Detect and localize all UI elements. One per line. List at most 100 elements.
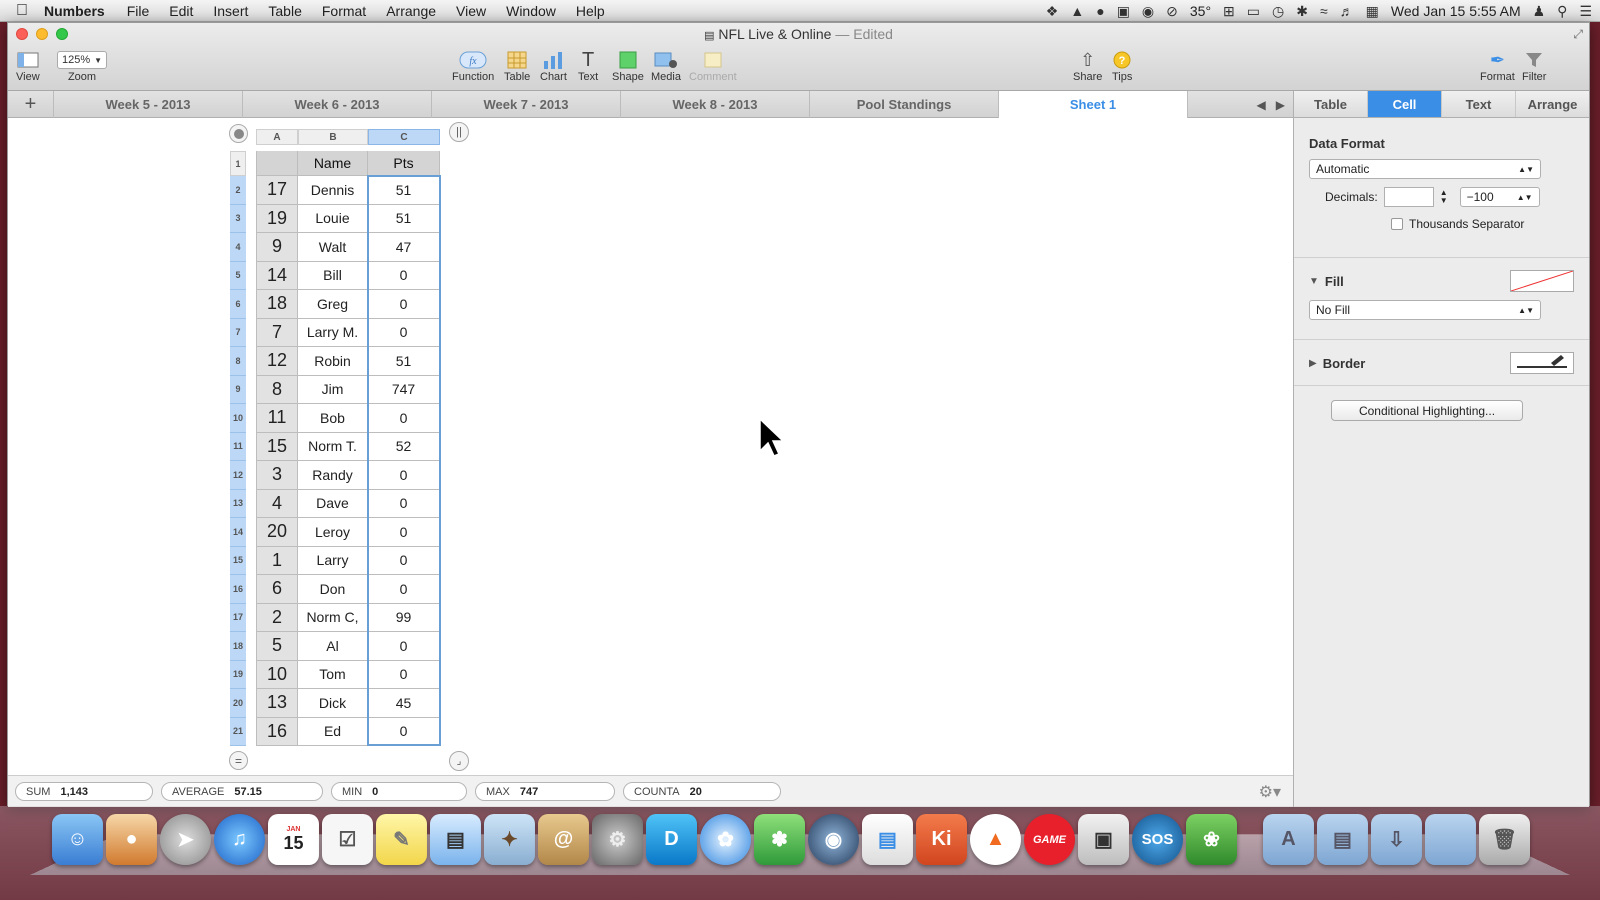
table-cell-name[interactable]: Don [298, 575, 368, 604]
system-preferences-icon[interactable]: ⚙ [592, 814, 643, 865]
table-cell-pts[interactable]: 0 [368, 575, 440, 604]
tips-button[interactable]: ? Tips [1112, 49, 1132, 83]
table-cell-pts[interactable]: 0 [368, 461, 440, 490]
table-cell-name[interactable]: Dave [298, 489, 368, 518]
data-format-popup[interactable]: Automatic ▲▼ [1309, 159, 1541, 179]
row-header[interactable]: 8 [230, 347, 246, 376]
row-header[interactable]: 20 [230, 689, 246, 718]
table-select-handle[interactable] [229, 124, 248, 143]
add-column-handle[interactable]: || [449, 122, 469, 142]
preview-icon[interactable]: ▤ [430, 814, 481, 865]
view-button[interactable]: View [16, 49, 40, 83]
row-header[interactable]: 21 [230, 717, 246, 746]
inspector-tab-text[interactable]: Text [1442, 91, 1516, 117]
table-cell-name[interactable]: Leroy [298, 518, 368, 547]
table-cell-name[interactable]: Larry [298, 546, 368, 575]
table-cell-pts[interactable]: 0 [368, 489, 440, 518]
table-cell-name[interactable]: Dennis [298, 176, 368, 205]
menu-file[interactable]: File [127, 3, 150, 19]
camera-app-icon[interactable]: ◉ [808, 814, 859, 865]
table-cell-pts[interactable]: 51 [368, 204, 440, 233]
itunes-icon[interactable]: ♫ [214, 814, 265, 865]
disclosure-open-icon[interactable]: ▼ [1309, 276, 1319, 287]
row-header[interactable]: 19 [230, 660, 246, 689]
inspector-tab-cell[interactable]: Cell [1368, 91, 1442, 117]
table-cell-pts[interactable]: 0 [368, 290, 440, 319]
tab-week-7[interactable]: Week 7 - 2013 [432, 90, 621, 118]
user-icon[interactable]: ♟ [1533, 3, 1546, 20]
header-cell-name[interactable]: Name [298, 151, 368, 176]
disclosure-closed-icon[interactable]: ▶ [1309, 358, 1317, 369]
gear-icon[interactable]: ⚙▾ [1259, 782, 1281, 802]
zoom-control[interactable]: 125% ▼ Zoom [57, 49, 107, 83]
row-header[interactable]: 13 [230, 489, 246, 518]
row-header[interactable]: 14 [230, 518, 246, 547]
spotlight-search-icon[interactable]: ⚲ [1557, 3, 1567, 20]
inspector-tab-table[interactable]: Table [1294, 91, 1368, 117]
row-header[interactable]: 18 [230, 632, 246, 661]
table-cell-rank[interactable]: 13 [256, 689, 298, 718]
table-cell-rank[interactable]: 8 [256, 375, 298, 404]
table-cell-rank[interactable]: 4 [256, 489, 298, 518]
add-sheet-button[interactable]: + [8, 90, 54, 118]
table-cell-pts[interactable]: 0 [368, 404, 440, 433]
sum-stat[interactable]: SUM 1,143 [15, 782, 153, 801]
row-header-1[interactable]: 1 [230, 151, 246, 176]
table-cell-rank[interactable]: 11 [256, 404, 298, 433]
average-stat[interactable]: AVERAGE 57.15 [161, 782, 323, 801]
table-cell-name[interactable]: Norm T. [298, 432, 368, 461]
decimals-stepper[interactable]: ▲ ▼ [1440, 189, 1448, 205]
mail-eagle-icon[interactable]: ✦ [484, 814, 535, 865]
notes-icon[interactable]: ✎ [376, 814, 427, 865]
trash-icon[interactable]: 🗑 [1479, 814, 1530, 865]
tab-week-6[interactable]: Week 6 - 2013 [243, 90, 432, 118]
menu-arrange[interactable]: Arrange [386, 3, 436, 19]
numbers-app-icon[interactable]: ▤ [862, 814, 913, 865]
table-cell-name[interactable]: Ed [298, 717, 368, 746]
row-header[interactable]: 12 [230, 461, 246, 490]
row-header[interactable]: 5 [230, 261, 246, 290]
table-cell-rank[interactable]: 12 [256, 347, 298, 376]
airplay-icon[interactable]: ▭ [1247, 3, 1260, 20]
table-cell-pts[interactable]: 0 [368, 546, 440, 575]
tab-sheet-1[interactable]: Sheet 1 [999, 90, 1188, 118]
table-cell-pts[interactable]: 747 [368, 375, 440, 404]
table-cell-rank[interactable]: 16 [256, 717, 298, 746]
table-cell-rank[interactable]: 6 [256, 575, 298, 604]
sos-app-icon[interactable]: SOS [1132, 814, 1183, 865]
table-cell-rank[interactable]: 10 [256, 660, 298, 689]
safari-icon[interactable]: ✿ [700, 814, 751, 865]
row-header[interactable]: 15 [230, 546, 246, 575]
sheet-canvas[interactable]: || = ⌟ A B C 1 Name Pts 2 17 Dennis 51 3 19 Lo… [8, 119, 1293, 775]
table-cell-pts[interactable]: 0 [368, 518, 440, 547]
apple-menu-icon[interactable]:  [0, 2, 44, 20]
menu-view[interactable]: View [456, 3, 486, 19]
mindnode-icon[interactable]: ✽ [754, 814, 805, 865]
jar-app-icon[interactable]: ● [106, 814, 157, 865]
applications-folder-icon[interactable]: A [1263, 814, 1314, 865]
evernote-icon[interactable]: ● [1096, 3, 1104, 19]
launchpad-icon[interactable]: ➤ [160, 814, 211, 865]
row-header[interactable]: 17 [230, 603, 246, 632]
time-machine-icon[interactable]: ◷ [1272, 3, 1284, 20]
table-cell-name[interactable]: Louie [298, 204, 368, 233]
table-button[interactable]: Table [504, 49, 530, 83]
clock[interactable]: Wed Jan 15 5:55 AM [1391, 3, 1521, 19]
menu-edit[interactable]: Edit [169, 3, 193, 19]
tab-scroll-left-icon[interactable]: ◀ [1257, 98, 1266, 112]
border-style-well[interactable] [1510, 352, 1574, 374]
bluetooth-icon[interactable]: ✱ [1296, 3, 1308, 20]
row-header[interactable]: 2 [230, 176, 246, 205]
column-header-b[interactable]: B [298, 129, 368, 145]
table-cell-pts[interactable]: 0 [368, 660, 440, 689]
max-stat[interactable]: MAX 747 [475, 782, 615, 801]
app-grid-icon[interactable]: ⊞ [1223, 3, 1235, 20]
header-cell-pts[interactable]: Pts [368, 151, 440, 176]
table-cell-pts[interactable]: 52 [368, 432, 440, 461]
table-cell-pts[interactable]: 0 [368, 318, 440, 347]
folder-icon[interactable] [1425, 814, 1476, 865]
table-cell-pts[interactable]: 0 [368, 717, 440, 746]
media-button[interactable]: Media [651, 49, 681, 83]
tab-week-8[interactable]: Week 8 - 2013 [621, 90, 810, 118]
table-cell-name[interactable]: Tom [298, 660, 368, 689]
